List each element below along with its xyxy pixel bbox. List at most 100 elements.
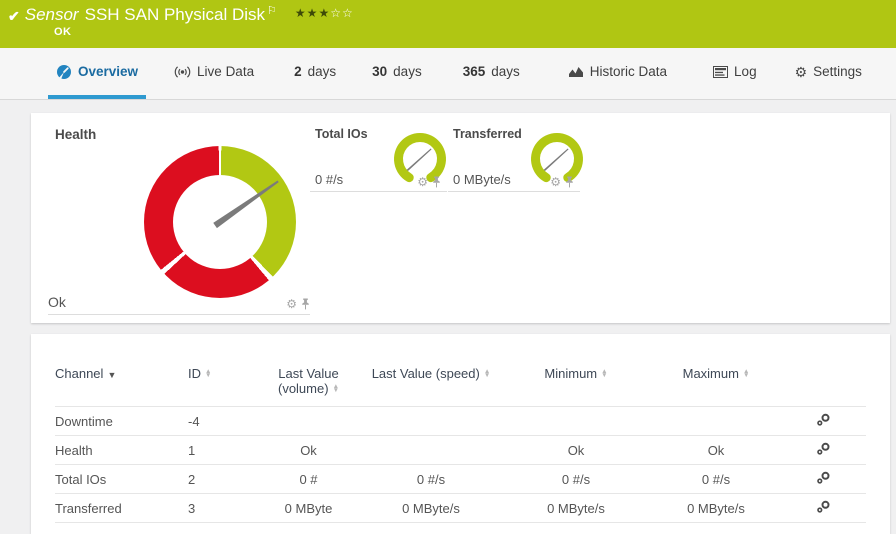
column-label: Last Value (speed) [371, 366, 480, 381]
tab-label: Log [734, 64, 757, 79]
channel-settings-icon[interactable] [816, 413, 831, 430]
channel-id: 1 [188, 435, 256, 465]
transferred-gauge-block: Transferred 0 MByte/s ⚙ [448, 125, 583, 192]
tab-label: days [491, 64, 520, 79]
column-label: Last Value (volume) [277, 366, 339, 396]
page-title: SSH SAN Physical Disk [84, 5, 266, 24]
health-gauge-needle [213, 180, 279, 229]
tab-log[interactable]: Log [705, 48, 765, 99]
last-value-volume [256, 406, 361, 436]
channel-name: Downtime [55, 406, 188, 436]
column-header-actions [781, 364, 866, 407]
table-row-health: Health 1 Ok Ok Ok [55, 435, 866, 465]
column-header-last-value-volume[interactable]: Last Value (volume) ▲ ▼ [256, 364, 361, 407]
total-ios-value: 0 #/s [315, 172, 344, 187]
pin-icon[interactable] [432, 176, 441, 188]
tab-overview[interactable]: Overview [48, 48, 147, 99]
channel-id: 2 [188, 464, 256, 494]
tab-label: Live Data [197, 64, 255, 79]
pin-icon[interactable] [565, 176, 574, 188]
sort-icon: ▲ ▼ [483, 368, 491, 379]
maximum [651, 406, 781, 436]
table-row-transferred: Transferred 3 0 MByte 0 MByte/s 0 MByte/… [55, 493, 866, 523]
tab-live-data[interactable]: Live Data [166, 48, 262, 99]
maximum: 0 #/s [651, 464, 781, 494]
tab-2-days[interactable]: 2 days [286, 48, 344, 99]
channel-settings-icon[interactable] [816, 471, 831, 488]
tab-historic-data[interactable]: Historic Data [560, 48, 675, 99]
tab-settings[interactable]: ⚙ Settings [787, 48, 870, 99]
gear-icon[interactable]: ⚙ [417, 176, 428, 188]
tab-number: 365 [462, 64, 486, 79]
tab-365-days[interactable]: 365 days [455, 48, 528, 99]
sensor-header: ✔ Sensor SSH SAN Physical Disk ⚐ ★★★☆☆ O… [0, 0, 896, 48]
log-icon [713, 65, 729, 78]
column-header-id[interactable]: ID ▲ ▼ [188, 364, 256, 407]
total-ios-title: Total IOs [315, 127, 368, 141]
total-ios-gauge-block: Total IOs 0 #/s ⚙ [310, 125, 447, 192]
gear-icon[interactable]: ⚙ [550, 176, 561, 188]
area-chart-icon [568, 67, 583, 77]
last-value-speed: 0 #/s [361, 464, 501, 494]
health-gauge-footer: Ok ⚙ [48, 294, 310, 315]
tab-label: Overview [78, 64, 139, 79]
channel-id: -4 [188, 406, 256, 436]
channel-name: Health [55, 435, 188, 465]
column-label: Maximum [682, 366, 739, 381]
priority-flag-icon[interactable]: ⚐ [267, 4, 277, 17]
maximum: 0 MByte/s [651, 493, 781, 523]
column-header-channel[interactable]: Channel ▼ [55, 364, 188, 407]
transferred-value: 0 MByte/s [453, 172, 511, 187]
channel-id: 3 [188, 493, 256, 523]
health-status-text: Ok [48, 294, 66, 310]
minimum [501, 406, 651, 436]
channel-name: Total IOs [55, 464, 188, 494]
gear-icon: ⚙ [794, 63, 808, 80]
channels-table: Channel ▼ ID ▲ ▼ Last Value (volume) ▲ ▼ Last… [55, 364, 866, 523]
column-label: ID [188, 366, 201, 381]
overview-gauges-panel: Health Ok ⚙ Total IOs 0 #/s ⚙ Transferre… [31, 113, 890, 323]
star-filled-icon[interactable]: ★★★ [295, 6, 330, 20]
star-empty-icon[interactable]: ☆☆ [330, 6, 354, 20]
channel-settings-icon[interactable] [816, 442, 831, 459]
gauge-icon [57, 64, 71, 79]
last-value-volume: 0 MByte [256, 493, 361, 523]
column-header-maximum[interactable]: Maximum ▲ ▼ [651, 364, 781, 407]
priority-stars[interactable]: ★★★☆☆ [295, 6, 354, 20]
channel-settings-icon[interactable] [816, 500, 831, 517]
broadcast-icon [174, 65, 191, 78]
table-row-total-ios: Total IOs 2 0 # 0 #/s 0 #/s 0 #/s [55, 464, 866, 494]
maximum: Ok [651, 435, 781, 465]
content-area: Health Ok ⚙ Total IOs 0 #/s ⚙ Transferre… [0, 100, 896, 534]
last-value-speed [361, 435, 501, 465]
tab-bar: Overview Live Data 2 days 30 days 365 da… [0, 48, 896, 100]
tab-number: 30 [372, 64, 388, 79]
sort-icon: ▲ ▼ [601, 368, 608, 379]
table-row-downtime: Downtime -4 [55, 406, 866, 436]
tab-label: Settings [813, 64, 862, 79]
sort-icon: ▲ ▼ [742, 368, 750, 379]
tab-number: 2 [294, 64, 302, 79]
tab-label: days [307, 64, 337, 79]
tab-30-days[interactable]: 30 days [364, 48, 430, 99]
channel-name: Transferred [55, 493, 188, 523]
sort-icon: ▲ ▼ [332, 383, 339, 394]
sensor-kind-label: Sensor [24, 5, 79, 24]
minimum: Ok [501, 435, 651, 465]
minimum: 0 #/s [501, 464, 651, 494]
last-value-volume: 0 # [256, 464, 361, 494]
tab-label: days [393, 64, 422, 79]
last-value-speed: 0 MByte/s [361, 493, 501, 523]
column-header-last-value-speed[interactable]: Last Value (speed) ▲ ▼ [361, 364, 501, 407]
sort-icon: ▲ ▼ [205, 368, 212, 379]
gear-icon[interactable]: ⚙ [286, 298, 297, 310]
pin-icon[interactable] [301, 298, 310, 310]
last-value-volume: Ok [256, 435, 361, 465]
last-value-speed [361, 406, 501, 436]
column-header-minimum[interactable]: Minimum ▲ ▼ [501, 364, 651, 407]
ok-check-icon: ✔ [8, 8, 20, 24]
sort-desc-icon: ▼ [107, 370, 117, 380]
transferred-title: Transferred [453, 127, 522, 141]
column-label: Minimum [544, 366, 598, 381]
tab-label: Historic Data [589, 64, 668, 79]
